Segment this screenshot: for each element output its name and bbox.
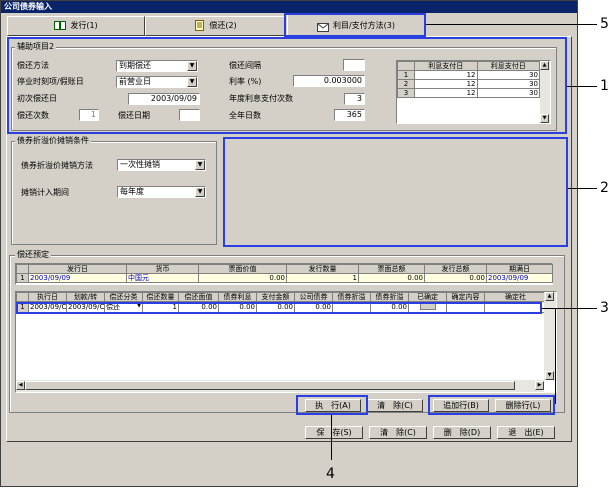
highlight-box-grid-row bbox=[16, 302, 542, 314]
column-header[interactable]: 期满日 bbox=[486, 264, 553, 274]
column-header[interactable]: 债券折溢 bbox=[332, 292, 371, 302]
column-header[interactable]: 划款/转 bbox=[66, 292, 105, 302]
column-header[interactable]: 发行日 bbox=[28, 264, 127, 274]
scroll-thumb[interactable] bbox=[25, 381, 515, 390]
column-header[interactable]: 确定内容 bbox=[446, 292, 485, 302]
window-title: 公司债券输入 bbox=[1, 1, 577, 13]
amort-method-value: 一次性摊销 bbox=[120, 160, 160, 169]
repay-group-title: 偿还预定 bbox=[15, 250, 51, 260]
amort-period-value: 每年度 bbox=[120, 187, 144, 196]
callout-number-1: 1 bbox=[600, 78, 609, 94]
issue-summary-grid[interactable]: 发行日 货币 票面价值 发行数量 票面总额 发行总额 期满日 1 2003/09… bbox=[15, 263, 553, 285]
column-header[interactable]: 偿还数量 bbox=[142, 292, 179, 302]
notepad-icon bbox=[193, 20, 205, 31]
column-header[interactable]: 支付金额 bbox=[256, 292, 295, 302]
chevron-down-icon[interactable]: ▼ bbox=[195, 160, 205, 170]
scroll-left-icon[interactable]: ◀ bbox=[16, 381, 25, 390]
save-button[interactable]: 保 存(S) bbox=[305, 426, 363, 439]
column-header[interactable]: 债券折溢 bbox=[370, 292, 409, 302]
callout-line-4 bbox=[331, 415, 332, 460]
column-header[interactable]: 执行日 bbox=[28, 292, 67, 302]
callout-number-3: 3 bbox=[600, 300, 609, 316]
callout-number-4: 4 bbox=[326, 466, 335, 482]
callout-line-1 bbox=[567, 86, 597, 87]
callout-line-5 bbox=[426, 24, 597, 25]
amort-period-select[interactable]: 每年度 ▼ bbox=[117, 186, 206, 198]
scroll-up-icon[interactable]: ▲ bbox=[545, 292, 554, 301]
column-header[interactable]: 发行数量 bbox=[286, 264, 359, 274]
tab-issue[interactable]: 发行(1) bbox=[7, 16, 145, 36]
grid-cell[interactable]: 1 bbox=[286, 273, 359, 283]
column-header[interactable]: 已确定 bbox=[408, 292, 447, 302]
highlight-box-row-buttons bbox=[428, 395, 555, 415]
book-icon bbox=[54, 20, 67, 31]
column-header[interactable]: 偿还分类 bbox=[104, 292, 143, 302]
clear-button[interactable]: 清 除(C) bbox=[369, 426, 427, 439]
chevron-down-icon[interactable]: ▼ bbox=[195, 187, 205, 197]
column-header[interactable]: 发行总额 bbox=[424, 264, 487, 274]
highlight-box-tab bbox=[284, 13, 426, 37]
callout-line-2 bbox=[568, 188, 597, 189]
grid-corner bbox=[16, 292, 29, 302]
grid-cell[interactable]: 2003/09/09 bbox=[28, 273, 127, 283]
grid-cell[interactable]: 0.00 bbox=[424, 273, 487, 283]
column-header[interactable]: 债券利息 bbox=[218, 292, 257, 302]
highlight-box-aux bbox=[7, 37, 567, 134]
column-header[interactable]: 偿还面值 bbox=[178, 292, 219, 302]
callout-line-3b bbox=[555, 308, 556, 404]
highlight-box-execute bbox=[296, 395, 368, 415]
grid-cell[interactable]: 0.00 bbox=[198, 273, 287, 283]
clear-inner-button[interactable]: 清 除(C) bbox=[367, 399, 423, 412]
amort-period-label: 摊销计入期间 bbox=[21, 188, 69, 197]
column-header[interactable]: 票面总额 bbox=[358, 264, 425, 274]
scroll-down-icon[interactable]: ▼ bbox=[545, 371, 554, 380]
delete-button[interactable]: 删 除(D) bbox=[433, 426, 491, 439]
highlight-box-empty-panel bbox=[223, 137, 568, 247]
callout-number-2: 2 bbox=[600, 180, 609, 196]
row-number: 1 bbox=[16, 273, 29, 283]
table-row[interactable]: 1 2003/09/09 中国元 0.00 1 0.00 0.00 2003/0… bbox=[16, 273, 553, 283]
tab-repay-label: 偿还(2) bbox=[209, 21, 237, 30]
grid-corner bbox=[16, 264, 29, 274]
amort-group-title: 债券折溢价摊销条件 bbox=[15, 136, 91, 146]
exit-button[interactable]: 退 出(E) bbox=[497, 426, 555, 439]
grid-cell[interactable]: 中国元 bbox=[126, 273, 199, 283]
callout-line-3a bbox=[542, 308, 597, 309]
callout-number-5: 5 bbox=[600, 16, 609, 32]
scroll-right-icon[interactable]: ▶ bbox=[535, 381, 544, 390]
column-header[interactable]: 公司债券 bbox=[294, 292, 333, 302]
tab-repay[interactable]: 偿还(2) bbox=[145, 16, 285, 36]
amort-method-select[interactable]: 一次性摊销 ▼ bbox=[117, 159, 206, 171]
tab-issue-label: 发行(1) bbox=[70, 21, 98, 30]
grid-cell[interactable]: 2003/09/09 bbox=[486, 273, 553, 283]
column-header[interactable]: 票面价值 bbox=[198, 264, 287, 274]
amort-method-label: 债券折溢价摊销方法 bbox=[21, 161, 93, 170]
grid-cell[interactable]: 0.00 bbox=[358, 273, 425, 283]
horizontal-scrollbar[interactable]: ◀ ▶ bbox=[16, 380, 544, 392]
column-header[interactable]: 确定社 bbox=[484, 292, 547, 302]
column-header[interactable]: 货币 bbox=[126, 264, 199, 274]
